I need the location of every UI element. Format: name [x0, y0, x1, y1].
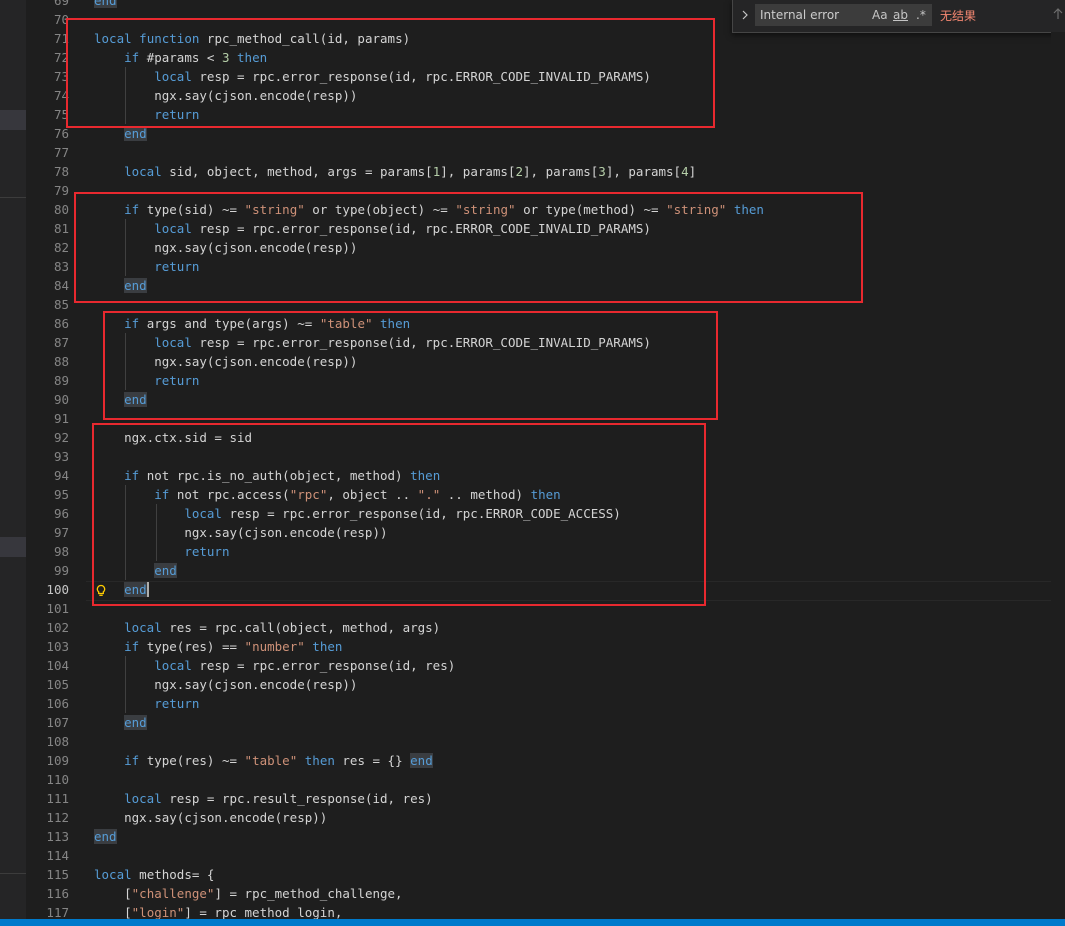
- line-number: 97: [53, 525, 69, 540]
- line-number: 92: [53, 430, 69, 445]
- panel-divider: [0, 197, 26, 198]
- regex-toggle[interactable]: .*: [916, 7, 926, 23]
- line-number: 100: [46, 582, 69, 597]
- line-number: 87: [53, 335, 69, 350]
- line-number: 112: [46, 810, 69, 825]
- code-line-107: end: [124, 715, 147, 730]
- line-number: 79: [53, 183, 69, 198]
- code-line-69: end: [94, 0, 117, 10]
- line-number: 105: [46, 677, 69, 692]
- line-number: 89: [53, 373, 69, 388]
- code-line-106: return: [154, 696, 200, 711]
- line-number: 108: [46, 734, 69, 749]
- code-line-112: ngx.say(cjson.encode(resp)): [124, 810, 328, 825]
- find-result-count: 无结果: [940, 9, 977, 23]
- line-number: 82: [53, 240, 69, 255]
- line-number: 75: [53, 107, 69, 122]
- code-line-116: ["challenge"] = rpc_method_challenge,: [124, 886, 403, 901]
- line-number: 102: [46, 620, 69, 635]
- line-number: 73: [53, 69, 69, 84]
- line-number: 104: [46, 658, 69, 673]
- code-line-109: if type(res) ~= "table" then res = {} en…: [124, 753, 433, 768]
- code-line-115: local methods= {: [94, 867, 215, 882]
- explorer-selected-item[interactable]: [0, 537, 26, 557]
- line-number: 78: [53, 164, 69, 179]
- line-number: 116: [46, 886, 69, 901]
- arrow-up-icon[interactable]: [1053, 7, 1063, 26]
- line-number: 110: [46, 772, 69, 787]
- vertical-scrollbar[interactable]: [1051, 32, 1065, 919]
- highlight-box-auth-check: [92, 423, 706, 606]
- line-number: 80: [53, 202, 69, 217]
- line-number: 88: [53, 354, 69, 369]
- line-number: 93: [53, 449, 69, 464]
- find-widget: Aa ab .* 无结果: [732, 0, 1065, 33]
- code-line-102: local res = rpc.call(object, method, arg…: [124, 620, 441, 635]
- line-number: 71: [53, 31, 69, 46]
- code-line-113: end: [94, 829, 117, 844]
- line-number: 77: [53, 145, 69, 160]
- indent-guide: [125, 656, 126, 713]
- line-number: 70: [53, 12, 69, 27]
- line-number: 96: [53, 506, 69, 521]
- lightbulb-icon[interactable]: [95, 583, 107, 597]
- line-number: 90: [53, 392, 69, 407]
- line-number: 74: [53, 88, 69, 103]
- line-number: 103: [46, 639, 69, 654]
- highlight-box-type-check: [74, 192, 863, 303]
- highlight-box-args-check: [103, 311, 718, 420]
- chevron-right-icon[interactable]: [739, 8, 751, 22]
- line-number: 113: [46, 829, 69, 844]
- line-number: 115: [46, 867, 69, 882]
- status-bar: [0, 919, 1065, 926]
- line-number: 98: [53, 544, 69, 559]
- line-number: 72: [53, 50, 69, 65]
- line-number: 81: [53, 221, 69, 236]
- code-line-78: local sid, object, method, args = params…: [124, 164, 697, 179]
- match-case-toggle[interactable]: Aa: [872, 7, 888, 23]
- line-number: 84: [53, 278, 69, 293]
- line-number: 76: [53, 126, 69, 141]
- code-line-103: if type(res) == "number" then: [124, 639, 343, 654]
- code-line-111: local resp = rpc.result_response(id, res…: [124, 791, 433, 806]
- line-number: 86: [53, 316, 69, 331]
- line-number: 106: [46, 696, 69, 711]
- highlight-box-params-check: [66, 18, 715, 128]
- line-number: 111: [46, 791, 69, 806]
- line-number: 83: [53, 259, 69, 274]
- line-number: 107: [46, 715, 69, 730]
- whole-word-toggle[interactable]: ab: [893, 7, 908, 23]
- line-number: 95: [53, 487, 69, 502]
- line-number: 114: [46, 848, 69, 863]
- line-number: 99: [53, 563, 69, 578]
- line-number: 69: [53, 0, 69, 8]
- line-number: 94: [53, 468, 69, 483]
- code-line-104: local resp = rpc.error_response(id, res): [154, 658, 456, 673]
- line-number: 91: [53, 411, 69, 426]
- line-number: 109: [46, 753, 69, 768]
- code-line-105: ngx.say(cjson.encode(resp)): [154, 677, 358, 692]
- line-number: 101: [46, 601, 69, 616]
- line-number: 85: [53, 297, 69, 312]
- activity-bar: [0, 0, 26, 919]
- explorer-selected-item[interactable]: [0, 110, 26, 130]
- panel-divider: [0, 873, 26, 874]
